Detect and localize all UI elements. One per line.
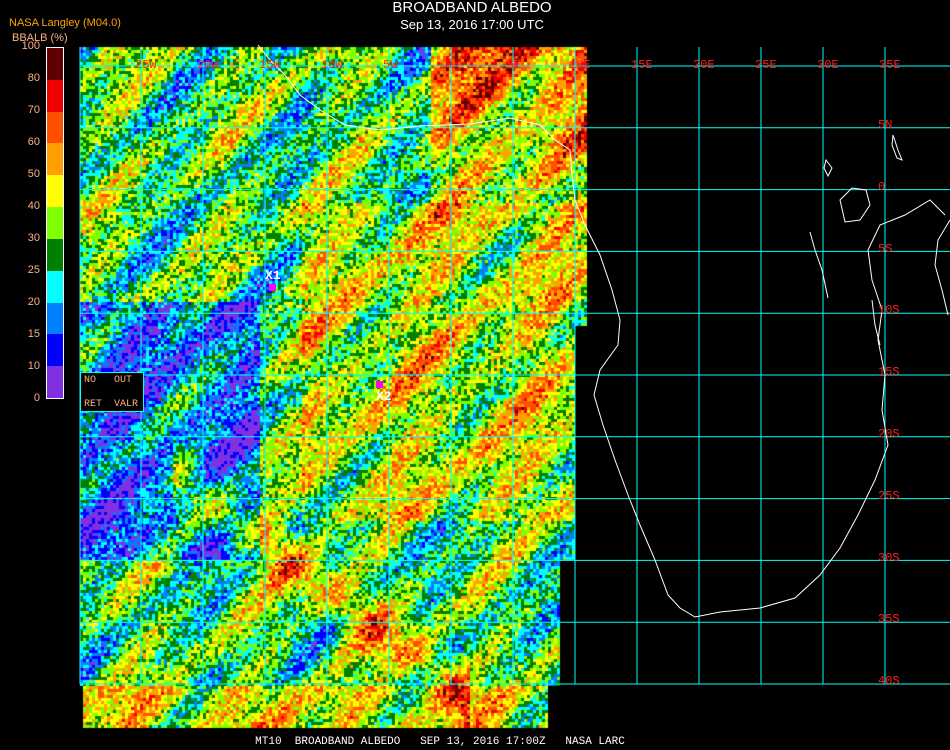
latitude-label: 0 <box>878 179 886 194</box>
marker-x2 <box>376 381 383 388</box>
latitude-label: 5N <box>878 118 893 132</box>
legend-band <box>47 207 63 239</box>
longitude-label: 25E <box>755 58 777 72</box>
latitude-label: 10S <box>878 303 900 318</box>
lake-turkana <box>891 134 903 161</box>
legend-tick: 70 <box>27 104 40 116</box>
latitude-label: 25S <box>878 488 900 503</box>
legend-band <box>47 79 63 112</box>
lat-lon-grid <box>79 47 950 685</box>
lake-albert <box>823 158 833 178</box>
africa-coastline <box>257 44 946 618</box>
legend-tick: 30 <box>27 232 40 244</box>
longitude-label: 10W <box>321 58 343 72</box>
legend-tick: 25 <box>27 264 40 276</box>
longitude-label: 20W <box>197 58 219 72</box>
east-coast-fragment <box>934 219 950 316</box>
color-legend <box>46 47 64 399</box>
latitude-label: 40S <box>878 674 900 689</box>
longitude-label: 35E <box>879 58 901 72</box>
latitude-label: 30S <box>878 550 900 565</box>
latitude-label: 35S <box>878 612 900 627</box>
latitude-label: 5S <box>878 241 893 256</box>
longitude-label: 20E <box>693 58 715 72</box>
legend-band <box>47 238 63 271</box>
latitude-label: 15S <box>878 365 900 380</box>
legend-tick: 10 <box>27 360 40 372</box>
legend-band <box>47 270 63 303</box>
longitude-label: 5E <box>507 58 522 72</box>
legend-band <box>47 175 63 208</box>
longitude-label: 5W <box>383 58 398 72</box>
footer-caption: MT10 BROADBAND ALBEDO SEP 13, 2016 17:00… <box>255 736 625 748</box>
legend-band <box>47 111 63 144</box>
marker-x1-label: X1 <box>265 268 281 283</box>
coastline <box>257 44 950 618</box>
legend-tick: 50 <box>27 168 40 180</box>
qc-no: NO <box>84 375 97 386</box>
map-title: BROADBAND ALBEDO <box>392 0 552 16</box>
legend-band <box>47 302 63 335</box>
legend-tick: 20 <box>27 296 40 308</box>
map-subtitle: Sep 13, 2016 17:00 UTC <box>400 17 544 32</box>
legend-band <box>47 334 63 367</box>
longitude-label: 0 <box>445 58 453 72</box>
legend-band <box>47 366 63 398</box>
legend-tick: 100 <box>21 40 40 52</box>
legend-band <box>47 48 63 80</box>
qc-out: OUT <box>114 375 133 386</box>
marker-x2-label: X2 <box>376 389 392 404</box>
lake-victoria <box>839 187 871 223</box>
latitude-label: 20S <box>878 427 900 441</box>
marker-x1 <box>269 284 276 291</box>
qc-ret: RET <box>84 399 103 410</box>
legend-tick: 0 <box>33 392 40 404</box>
lake-tanganyika <box>809 231 829 299</box>
legend-tick: 80 <box>27 72 40 84</box>
producer-label: NASA Langley (M04.0) <box>9 17 121 29</box>
legend-tick: 15 <box>27 328 40 340</box>
longitude-label: 10E <box>569 58 591 72</box>
longitude-label: 30E <box>817 58 839 72</box>
qc-valr: VALR <box>114 399 139 410</box>
qc-legend: NO OUT RET VALR <box>80 372 144 412</box>
legend-band <box>47 143 63 176</box>
legend-tick: 40 <box>27 200 40 212</box>
longitude-label: 25W <box>135 58 157 72</box>
legend-tick: 60 <box>27 136 40 148</box>
longitude-label: 15W <box>259 58 281 72</box>
longitude-label: 15E <box>631 58 653 72</box>
